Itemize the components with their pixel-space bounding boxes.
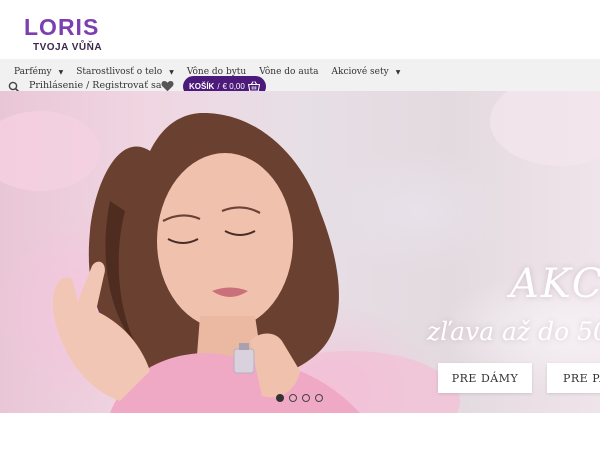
slider-dots: [276, 394, 328, 402]
brand-name: LORIS: [24, 14, 100, 40]
brand-tagline: TVOJA VŮŇA: [33, 42, 103, 53]
chevron-down-icon: ▼: [58, 68, 64, 76]
chevron-down-icon: ▼: [169, 68, 174, 76]
login-register-link[interactable]: Prihlásenie / Registrovať sa: [29, 80, 162, 91]
hero-subtitle: zľava až do 50%: [427, 317, 600, 346]
nav-item-vone-do-auta[interactable]: Vône do auta: [259, 67, 318, 77]
pre-damy-button[interactable]: PRE DÁMY: [438, 363, 532, 393]
cart-amount: € 0,00: [222, 82, 245, 91]
slider-dot-4[interactable]: [315, 394, 323, 402]
slider-dot-3[interactable]: [302, 394, 310, 402]
cart-label: KOŠÍK: [189, 82, 215, 91]
slider-dot-2[interactable]: [289, 394, 297, 402]
hero-title: AKCIA: [510, 261, 600, 307]
nav-item-label: Akciové sety: [331, 67, 389, 77]
nav-item-starostlivost[interactable]: Starostlivosť o telo ▼: [76, 67, 174, 77]
nav-item-akciove-sety[interactable]: Akciové sety ▼: [331, 67, 400, 77]
nav-item-label: Starostlivosť o telo: [76, 67, 163, 77]
chevron-down-icon: ▼: [395, 68, 401, 76]
nav-item-parfemy[interactable]: Parfémy ▼: [14, 67, 63, 77]
cart-separator: /: [217, 82, 220, 91]
nav-item-label: Vône do auta: [259, 67, 319, 77]
brand-logo[interactable]: LORIS TVOJA VŮŇA: [24, 14, 104, 56]
hero-slider[interactable]: AKCIA zľava až do 50% PRE DÁMY PRE PÁNOV: [0, 91, 600, 413]
pre-panov-button[interactable]: PRE PÁNOV: [547, 363, 600, 393]
slider-dot-1[interactable]: [276, 394, 284, 402]
nav-item-label: Parfémy: [14, 67, 52, 77]
